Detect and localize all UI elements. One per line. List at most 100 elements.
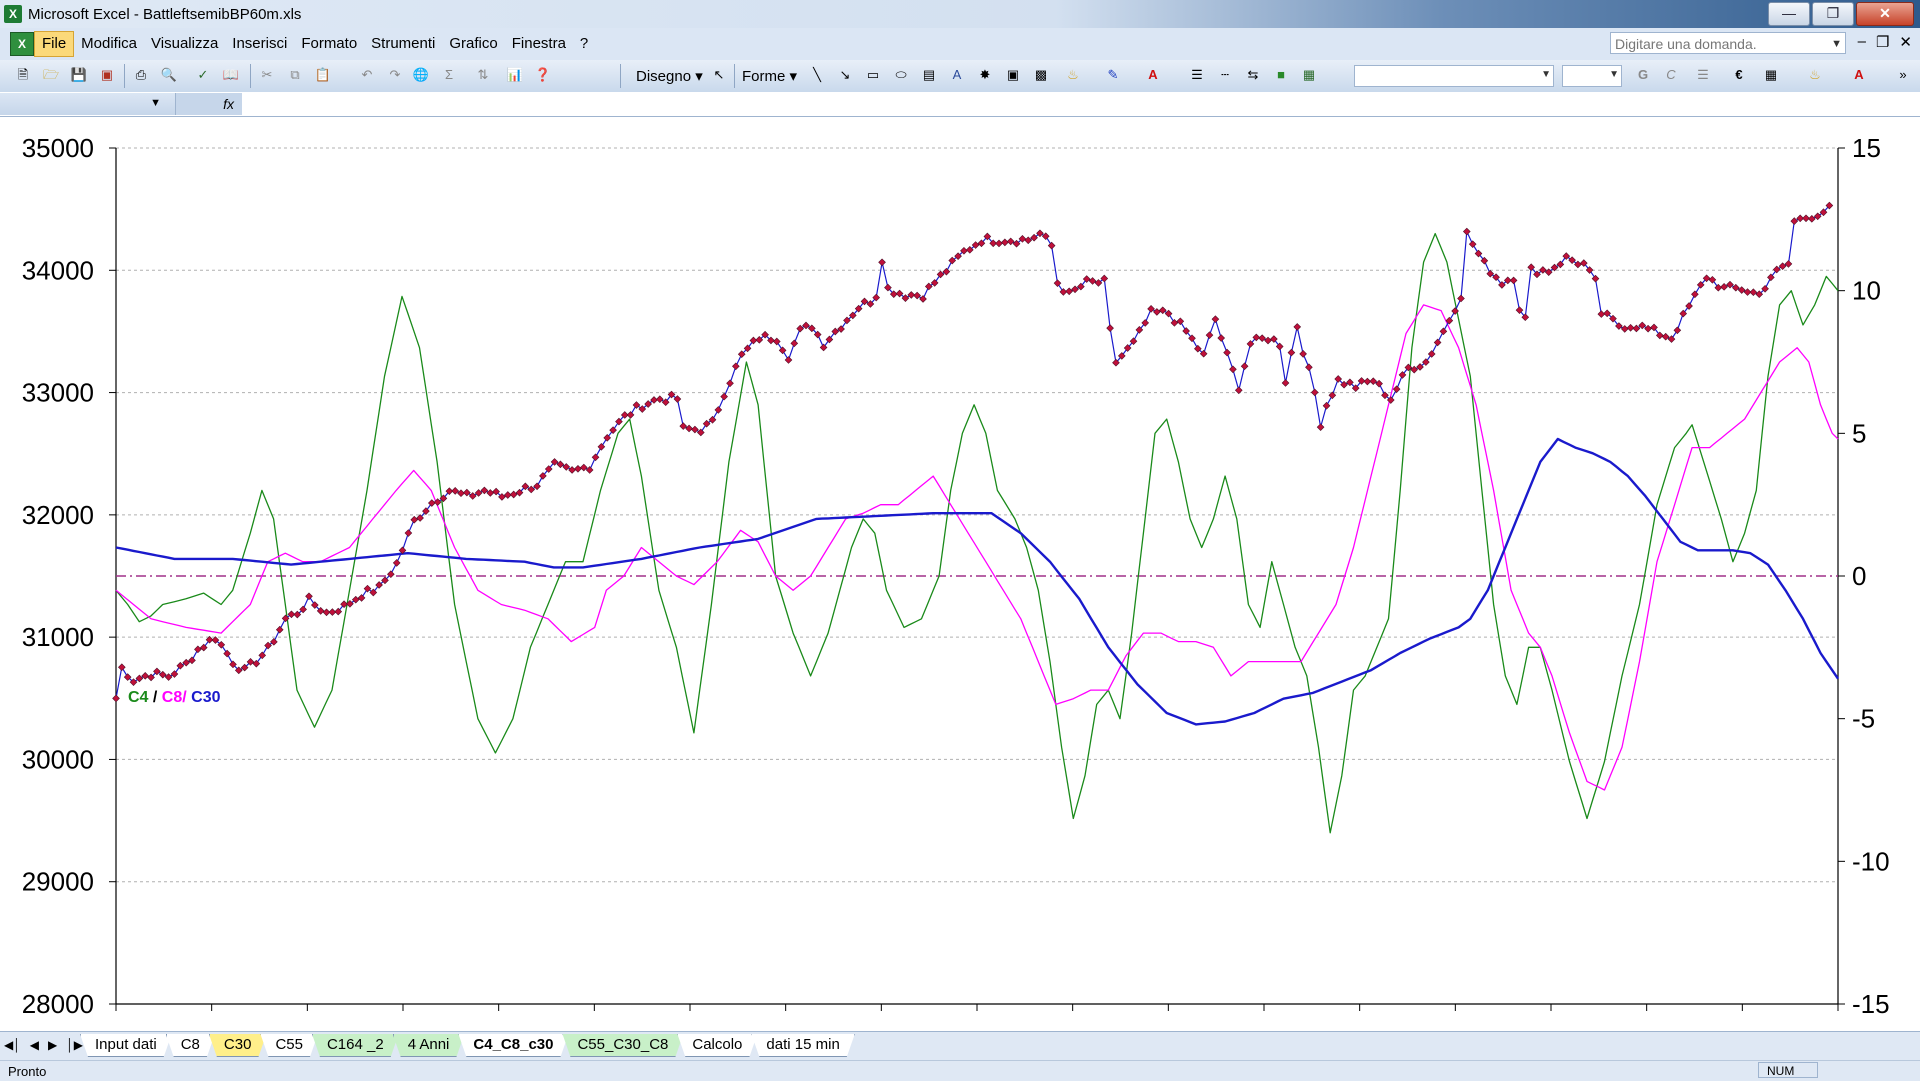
- font-name-combo[interactable]: ▼: [1354, 65, 1554, 87]
- redo-icon[interactable]: ↷: [386, 66, 404, 84]
- oval-icon[interactable]: ⬭: [892, 66, 910, 84]
- menu-visualizza[interactable]: Visualizza: [144, 32, 225, 56]
- right-tick-label: 0: [1852, 561, 1866, 591]
- price-marker: [118, 663, 126, 672]
- drawing-menu-button[interactable]: Disegno ▾: [636, 67, 703, 85]
- menu-inserisci[interactable]: Inserisci: [225, 32, 294, 56]
- prev-sheet-icon[interactable]: ◀: [30, 1038, 39, 1052]
- picture-icon[interactable]: ▩: [1032, 66, 1050, 84]
- research-icon[interactable]: 📖: [222, 66, 240, 84]
- clipart-icon[interactable]: ▣: [1004, 66, 1022, 84]
- rectangle-icon[interactable]: ▭: [864, 66, 882, 84]
- autosum-icon[interactable]: Σ: [440, 66, 458, 84]
- price-marker: [1802, 214, 1810, 223]
- name-box[interactable]: ▼: [0, 93, 176, 115]
- menu-formato[interactable]: Formato: [294, 32, 364, 56]
- fill-color-icon[interactable]: ♨: [1806, 66, 1824, 84]
- last-sheet-icon[interactable]: │▶: [66, 1038, 83, 1052]
- line-color-icon[interactable]: ✎: [1104, 66, 1122, 84]
- diagram-icon[interactable]: ✸: [976, 66, 994, 84]
- tab-c4-c8-c30[interactable]: C4_C8_c30: [458, 1034, 568, 1057]
- 3d-icon[interactable]: ▦: [1300, 66, 1318, 84]
- tab-c55-c30-c8[interactable]: C55_C30_C8: [562, 1034, 683, 1057]
- spelling-icon[interactable]: ✓: [194, 66, 212, 84]
- fill-color-icon[interactable]: ♨: [1064, 66, 1082, 84]
- save-icon[interactable]: 💾: [70, 66, 88, 84]
- insert-function-button[interactable]: fx: [176, 93, 242, 115]
- minimize-button[interactable]: —: [1768, 2, 1810, 26]
- arrow-style-icon[interactable]: ⇆: [1244, 66, 1262, 84]
- price-marker: [404, 529, 413, 537]
- excel-icon[interactable]: X: [4, 5, 22, 23]
- window-title: Microsoft Excel - BattleftsemibBP60m.xls: [28, 6, 302, 23]
- tab-input-dati[interactable]: Input dati: [80, 1034, 172, 1057]
- hyperlink-icon[interactable]: 🌐: [412, 66, 430, 84]
- next-sheet-icon[interactable]: ▶: [48, 1038, 57, 1052]
- chevron-down-icon[interactable]: ▼: [1831, 33, 1842, 55]
- textbox-icon[interactable]: ▤: [920, 66, 938, 84]
- font-size-combo[interactable]: ▼: [1562, 65, 1622, 87]
- italic-icon[interactable]: C: [1662, 66, 1680, 84]
- toolbar-options-icon[interactable]: »: [1894, 66, 1912, 84]
- price-marker: [1439, 327, 1448, 336]
- font-color-icon[interactable]: A: [1144, 66, 1162, 84]
- tab-c30[interactable]: C30: [209, 1034, 267, 1057]
- separator: [620, 64, 621, 88]
- workbook-restore-button[interactable]: ❐: [1876, 33, 1889, 51]
- wordart-icon[interactable]: A: [948, 66, 966, 84]
- left-tick-label: 34000: [22, 255, 94, 285]
- font-color-icon[interactable]: A: [1850, 66, 1868, 84]
- line-style-icon[interactable]: ☰: [1188, 66, 1206, 84]
- line-icon[interactable]: ╲: [808, 66, 826, 84]
- menu-modifica[interactable]: Modifica: [74, 32, 144, 56]
- select-arrow-icon[interactable]: ↖: [710, 66, 728, 84]
- help-question-input[interactable]: Digitare una domanda. ▼: [1610, 32, 1846, 54]
- tab-4-anni[interactable]: 4 Anni: [393, 1034, 465, 1057]
- menu-strumenti[interactable]: Strumenti: [364, 32, 442, 56]
- open-icon[interactable]: 🗁: [42, 66, 60, 84]
- permission-icon[interactable]: ▣: [98, 66, 116, 84]
- cut-icon[interactable]: ✂: [258, 66, 276, 84]
- chevron-down-icon[interactable]: ▼: [1541, 69, 1551, 80]
- menu-grafico[interactable]: Grafico: [442, 32, 504, 56]
- chart-area[interactable]: 35000 34000 33000 32000 31000 30000 29000 28000…: [0, 117, 1920, 1031]
- undo-icon[interactable]: ↶: [358, 66, 376, 84]
- workbook-minimize-button[interactable]: –: [1858, 33, 1866, 51]
- workbook-close-button[interactable]: ✕: [1899, 33, 1912, 51]
- sort-icon[interactable]: ⇅: [474, 66, 492, 84]
- print-preview-icon[interactable]: 🔍: [160, 66, 178, 84]
- chevron-down-icon[interactable]: ▼: [150, 97, 161, 109]
- price-marker: [1626, 323, 1635, 332]
- workbook-icon[interactable]: X: [10, 32, 34, 56]
- borders-icon[interactable]: ▦: [1762, 66, 1780, 84]
- align-icon[interactable]: ☰: [1694, 66, 1712, 84]
- chart-wizard-icon[interactable]: 📊: [506, 66, 524, 84]
- chevron-down-icon[interactable]: ▼: [1609, 69, 1619, 80]
- tab-calcolo[interactable]: Calcolo: [677, 1034, 757, 1057]
- euro-icon[interactable]: €: [1730, 66, 1748, 84]
- paste-icon[interactable]: 📋: [314, 66, 332, 84]
- tab-dati-15-min[interactable]: dati 15 min: [751, 1034, 854, 1057]
- tab-c55[interactable]: C55: [260, 1034, 318, 1057]
- bold-icon[interactable]: G: [1634, 66, 1652, 84]
- new-icon[interactable]: 🗎: [14, 66, 32, 84]
- menu-file[interactable]: File: [34, 31, 75, 57]
- menu-help[interactable]: ?: [573, 32, 595, 56]
- dash-style-icon[interactable]: ┄: [1216, 66, 1234, 84]
- print-icon[interactable]: ⎙: [132, 66, 150, 84]
- close-button[interactable]: ✕: [1856, 2, 1914, 26]
- menu-finestra[interactable]: Finestra: [505, 32, 573, 56]
- tab-c8[interactable]: C8: [166, 1034, 215, 1057]
- arrow-icon[interactable]: ↘: [836, 66, 854, 84]
- first-sheet-icon[interactable]: ◀│: [4, 1038, 21, 1052]
- copy-icon[interactable]: ⧉: [286, 66, 304, 84]
- price-marker: [1106, 324, 1114, 332]
- maximize-button[interactable]: ❐: [1812, 2, 1854, 26]
- toolbar: 🗎 🗁 💾 ▣ ⎙ 🔍 ✓ 📖 ✂ ⧉ 📋 ↶ ↷ 🌐 Σ ⇅ 📊 ❓ Dise…: [0, 60, 1920, 93]
- shadow-icon[interactable]: ■: [1272, 66, 1290, 84]
- tab-c164-2[interactable]: C164 _2: [312, 1034, 399, 1057]
- autoshapes-menu-button[interactable]: Forme ▾: [742, 67, 797, 85]
- help-icon[interactable]: ❓: [534, 66, 552, 84]
- price-marker: [714, 406, 723, 414]
- left-tick-label: 30000: [22, 744, 94, 774]
